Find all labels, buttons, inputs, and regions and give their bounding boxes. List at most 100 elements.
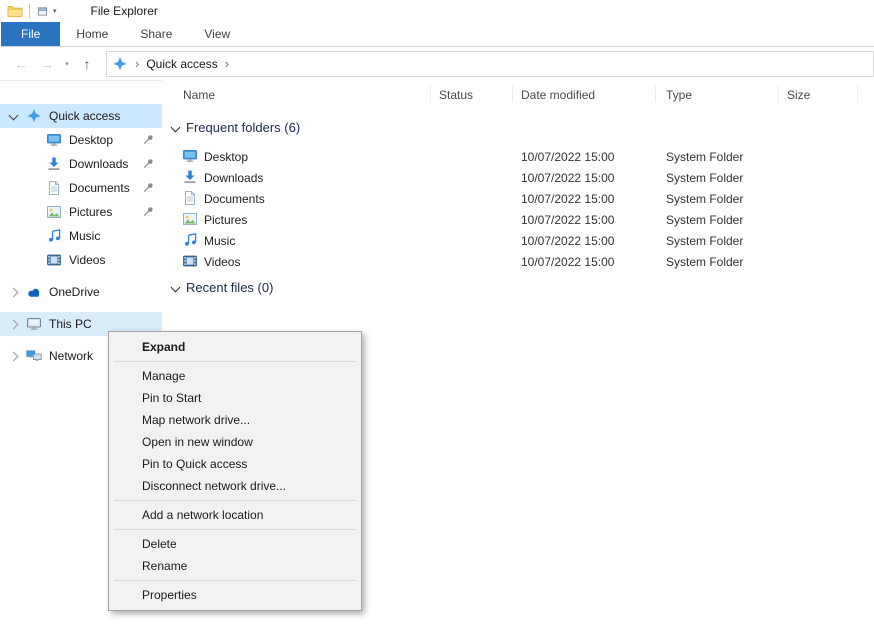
row-name: Downloads (204, 171, 263, 185)
menu-separator (114, 361, 356, 362)
column-separator[interactable] (512, 85, 513, 102)
sidebar-item-quick-access[interactable]: Quick access (0, 104, 162, 128)
menu-separator (114, 580, 356, 581)
row-type: System Folder (666, 192, 743, 206)
music-icon (46, 228, 62, 244)
context-menu-item-manage[interactable]: Manage (109, 365, 361, 387)
tab-share[interactable]: Share (124, 22, 188, 46)
sidebar-item-label: Network (49, 349, 93, 363)
quick-access-icon (26, 108, 42, 124)
row-type: System Folder (666, 234, 743, 248)
column-separator[interactable] (857, 85, 858, 102)
row-name: Videos (204, 255, 240, 269)
chevron-down-icon[interactable] (171, 123, 181, 133)
sidebar-item-documents[interactable]: Documents (0, 176, 162, 200)
column-header-status[interactable]: Status (439, 88, 473, 102)
row-date-modified: 10/07/2022 15:00 (521, 234, 614, 248)
row-name: Desktop (204, 150, 248, 164)
this-pc-icon (26, 316, 42, 332)
chevron-right-icon[interactable] (9, 320, 19, 330)
table-row[interactable]: Pictures 10/07/2022 15:00 System Folder (162, 209, 874, 230)
sidebar-item-onedrive[interactable]: OneDrive (0, 280, 162, 304)
forward-icon[interactable]: → (34, 53, 60, 75)
table-row[interactable]: Documents 10/07/2022 15:00 System Folder (162, 188, 874, 209)
chevron-right-icon[interactable] (9, 288, 19, 298)
onedrive-icon (26, 284, 42, 300)
row-type: System Folder (666, 171, 743, 185)
column-separator[interactable] (430, 85, 431, 102)
breadcrumb-chevron[interactable]: › (225, 53, 229, 75)
row-type: System Folder (666, 255, 743, 269)
table-row[interactable]: Downloads 10/07/2022 15:00 System Folder (162, 167, 874, 188)
qat-dropdown-icon[interactable]: ▾ (53, 7, 57, 15)
group-header-frequent-folders[interactable]: Frequent folders (6) (162, 120, 874, 138)
menu-separator (114, 500, 356, 501)
up-icon[interactable]: ↑ (74, 53, 100, 75)
desktop-icon (46, 132, 62, 148)
context-menu-item-delete[interactable]: Delete (109, 533, 361, 555)
sidebar-item-label: Quick access (49, 109, 120, 123)
sidebar-item-pictures[interactable]: Pictures (0, 200, 162, 224)
context-menu-item-open-in-new-window[interactable]: Open in new window (109, 431, 361, 453)
row-date-modified: 10/07/2022 15:00 (521, 255, 614, 269)
column-header-name[interactable]: Name (183, 88, 215, 102)
context-menu-item-rename[interactable]: Rename (109, 555, 361, 577)
documents-icon (182, 190, 198, 206)
window-title: File Explorer (91, 4, 158, 18)
chevron-right-icon[interactable] (9, 352, 19, 362)
tab-file[interactable]: File (1, 22, 60, 46)
address-bar-row: ← → ▾ ↑ › Quick access › (0, 47, 874, 81)
back-icon[interactable]: ← (8, 53, 34, 75)
table-row[interactable]: Music 10/07/2022 15:00 System Folder (162, 230, 874, 251)
tab-view[interactable]: View (188, 22, 246, 46)
explorer-folder-icon (7, 3, 23, 19)
sidebar-item-desktop[interactable]: Desktop (0, 128, 162, 152)
table-row[interactable]: Desktop 10/07/2022 15:00 System Folder (162, 146, 874, 167)
table-row[interactable]: Videos 10/07/2022 15:00 System Folder (162, 251, 874, 272)
quick-access-toolbar-icon[interactable] (36, 5, 49, 18)
context-menu: Expand Manage Pin to Start Map network d… (108, 331, 362, 611)
sidebar-item-videos[interactable]: Videos (0, 248, 162, 272)
pictures-icon (46, 204, 62, 220)
sidebar-item-music[interactable]: Music (0, 224, 162, 248)
ribbon-tabs: File Home Share View (0, 22, 874, 47)
title-bar: ▾ File Explorer (0, 0, 874, 22)
videos-icon (182, 253, 198, 269)
music-icon (182, 232, 198, 248)
breadcrumb-chevron[interactable]: › (135, 53, 139, 75)
group-label: Frequent folders (6) (186, 120, 300, 135)
address-bar[interactable]: › Quick access › (106, 51, 874, 77)
context-menu-item-pin-to-quick-access[interactable]: Pin to Quick access (109, 453, 361, 475)
breadcrumb-segment[interactable]: Quick access (146, 57, 217, 71)
context-menu-item-disconnect-network-drive[interactable]: Disconnect network drive... (109, 475, 361, 497)
videos-icon (46, 252, 62, 268)
column-header-size[interactable]: Size (787, 88, 810, 102)
tab-home[interactable]: Home (60, 22, 124, 46)
context-menu-item-expand[interactable]: Expand (109, 336, 361, 358)
column-separator[interactable] (778, 85, 779, 102)
context-menu-item-add-network-location[interactable]: Add a network location (109, 504, 361, 526)
sidebar-item-label: Desktop (69, 133, 113, 147)
context-menu-item-pin-to-start[interactable]: Pin to Start (109, 387, 361, 409)
group-label: Recent files (0) (186, 280, 273, 295)
row-type: System Folder (666, 213, 743, 227)
context-menu-item-properties[interactable]: Properties (109, 584, 361, 606)
row-date-modified: 10/07/2022 15:00 (521, 150, 614, 164)
sidebar-item-label: This PC (49, 317, 92, 331)
sidebar-item-label: Downloads (69, 157, 128, 171)
chevron-down-icon[interactable] (9, 111, 19, 121)
column-header-type[interactable]: Type (666, 88, 692, 102)
row-type: System Folder (666, 150, 743, 164)
sidebar-item-downloads[interactable]: Downloads (0, 152, 162, 176)
titlebar-divider (29, 4, 30, 18)
context-menu-item-map-network-drive[interactable]: Map network drive... (109, 409, 361, 431)
group-header-recent-files[interactable]: Recent files (0) (162, 280, 874, 298)
pin-icon (142, 157, 155, 170)
column-separator[interactable] (655, 85, 656, 102)
row-name: Music (204, 234, 235, 248)
column-header-date-modified[interactable]: Date modified (521, 88, 595, 102)
recent-locations-chevron-icon[interactable]: ▾ (60, 60, 74, 68)
sidebar-item-label: Videos (69, 253, 105, 267)
chevron-down-icon[interactable] (171, 283, 181, 293)
menu-separator (114, 529, 356, 530)
